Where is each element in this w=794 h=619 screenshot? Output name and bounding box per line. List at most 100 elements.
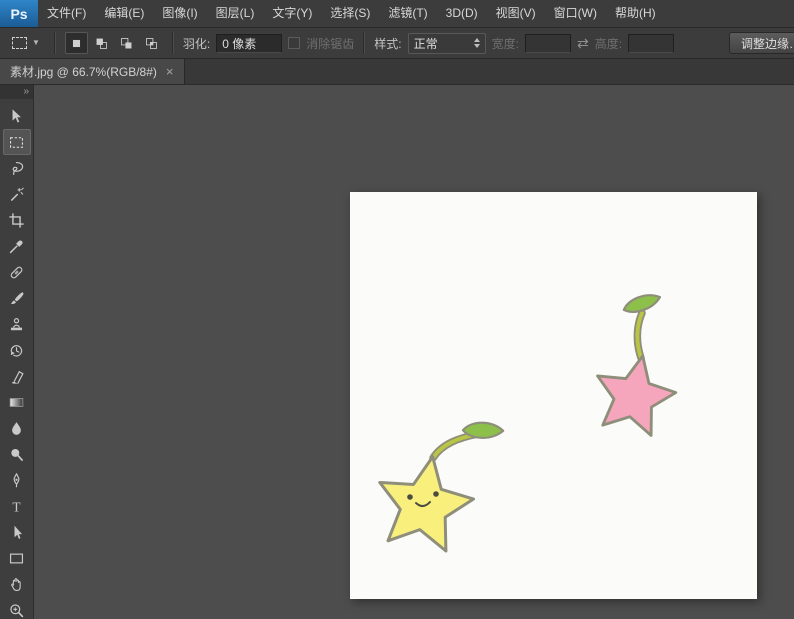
style-dropdown[interactable]: 正常	[408, 33, 486, 54]
tools-panel: » T	[0, 85, 34, 619]
menu-select[interactable]: 选择(S)	[321, 0, 379, 27]
height-label: 高度:	[595, 35, 622, 52]
refine-edge-button[interactable]: 调整边缘…	[729, 32, 794, 54]
horizontal-type-tool[interactable]: T	[3, 493, 31, 519]
width-input[interactable]	[525, 34, 571, 53]
separator	[172, 32, 174, 54]
clone-stamp-tool[interactable]	[3, 311, 31, 337]
spot-healing-brush-tool[interactable]	[3, 259, 31, 285]
document-tab[interactable]: 素材.jpg @ 66.7%(RGB/8#) ×	[0, 59, 185, 84]
path-selection-tool-icon	[7, 523, 26, 542]
horizontal-type-tool-icon: T	[7, 497, 26, 516]
menu-edit[interactable]: 编辑(E)	[95, 0, 153, 27]
menu-file[interactable]: 文件(F)	[38, 0, 95, 27]
gradient-tool-icon	[7, 393, 26, 412]
intersect-selection-icon	[143, 35, 160, 52]
history-brush-tool[interactable]	[3, 337, 31, 363]
magic-wand-tool-icon	[7, 185, 26, 204]
zoom-tool-icon	[7, 601, 26, 619]
blur-tool[interactable]	[3, 415, 31, 441]
photoshop-logo: Ps	[0, 0, 38, 27]
rectangle-tool[interactable]	[3, 545, 31, 571]
dropdown-caret-icon: ▼	[32, 39, 40, 47]
style-label: 样式:	[374, 35, 401, 52]
spinner-arrows-icon	[474, 38, 480, 48]
antialias-label: 消除锯齿	[306, 35, 354, 52]
add-to-selection-icon	[93, 35, 110, 52]
pink-star-sprout	[588, 293, 682, 439]
path-selection-tool[interactable]	[3, 519, 31, 545]
gradient-tool[interactable]	[3, 389, 31, 415]
main-menus: 文件(F)编辑(E)图像(I)图层(L)文字(Y)选择(S)滤镜(T)3D(D)…	[38, 0, 665, 27]
rectangular-marquee-tool[interactable]	[3, 129, 31, 155]
menu-help[interactable]: 帮助(H)	[606, 0, 665, 27]
zoom-tool[interactable]	[3, 597, 31, 619]
document-tab-bar: 素材.jpg @ 66.7%(RGB/8#) ×	[0, 59, 794, 85]
separator	[54, 32, 56, 54]
menu-bar: Ps 文件(F)编辑(E)图像(I)图层(L)文字(Y)选择(S)滤镜(T)3D…	[0, 0, 794, 28]
intersect-selection-button[interactable]	[140, 32, 163, 54]
height-input[interactable]	[628, 34, 674, 53]
subtract-from-selection-button[interactable]	[115, 32, 138, 54]
menu-view[interactable]: 视图(V)	[487, 0, 545, 27]
canvas-area[interactable]	[34, 85, 794, 619]
spot-healing-brush-tool-icon	[7, 263, 26, 282]
svg-text:T: T	[12, 499, 20, 514]
crop-tool[interactable]	[3, 207, 31, 233]
antialias-checkbox[interactable]	[288, 37, 300, 49]
width-label: 宽度:	[492, 35, 519, 52]
eraser-tool-icon	[7, 367, 26, 386]
yellow-star-sprout	[370, 420, 504, 554]
hand-tool[interactable]	[3, 571, 31, 597]
workspace: » T	[0, 85, 794, 619]
eyedropper-tool-icon	[7, 237, 26, 256]
tools-list: T	[3, 99, 31, 619]
menu-3d[interactable]: 3D(D)	[437, 0, 487, 27]
magic-wand-tool[interactable]	[3, 181, 31, 207]
document-canvas[interactable]	[350, 192, 757, 599]
feather-label: 羽化:	[183, 35, 210, 52]
menu-window[interactable]: 窗口(W)	[545, 0, 606, 27]
brush-tool[interactable]	[3, 285, 31, 311]
subtract-from-selection-icon	[118, 35, 135, 52]
eyedropper-tool[interactable]	[3, 233, 31, 259]
star-eye	[433, 491, 439, 497]
brush-tool-icon	[7, 289, 26, 308]
menu-type[interactable]: 文字(Y)	[263, 0, 321, 27]
marquee-preset-icon	[12, 37, 27, 49]
lasso-tool[interactable]	[3, 155, 31, 181]
canvas-artwork	[350, 192, 757, 599]
move-tool-icon	[7, 107, 26, 126]
eraser-tool[interactable]	[3, 363, 31, 389]
tool-options-bar: ▼ 羽化: 消除锯齿 样式: 正常 宽度: ⇄ 高度: 调整边缘…	[0, 28, 794, 59]
selection-mode-group	[65, 32, 163, 54]
style-dropdown-value: 正常	[414, 35, 438, 52]
dodge-tool-icon	[7, 445, 26, 464]
dodge-tool[interactable]	[3, 441, 31, 467]
tab-close-icon[interactable]: ×	[166, 64, 174, 79]
lasso-tool-icon	[7, 159, 26, 178]
blur-tool-icon	[7, 419, 26, 438]
new-selection-button[interactable]	[65, 32, 88, 54]
move-tool[interactable]	[3, 103, 31, 129]
star-eye	[407, 494, 413, 500]
hand-tool-icon	[7, 575, 26, 594]
rectangular-marquee-tool-icon	[7, 133, 26, 152]
feather-input[interactable]	[216, 34, 282, 53]
panel-collapse-button[interactable]: »	[0, 85, 33, 99]
menu-image[interactable]: 图像(I)	[153, 0, 206, 27]
new-selection-icon	[68, 35, 85, 52]
clone-stamp-tool-icon	[7, 315, 26, 334]
pen-tool-icon	[7, 471, 26, 490]
tool-preset-picker[interactable]: ▼	[7, 35, 45, 51]
menu-filter[interactable]: 滤镜(T)	[379, 0, 436, 27]
document-tab-title: 素材.jpg @ 66.7%(RGB/8#)	[10, 63, 157, 80]
add-to-selection-button[interactable]	[90, 32, 113, 54]
pen-tool[interactable]	[3, 467, 31, 493]
crop-tool-icon	[7, 211, 26, 230]
rectangle-tool-icon	[7, 549, 26, 568]
separator	[363, 32, 365, 54]
menu-layer[interactable]: 图层(L)	[207, 0, 264, 27]
swap-dimensions-icon[interactable]: ⇄	[577, 35, 589, 52]
history-brush-tool-icon	[7, 341, 26, 360]
